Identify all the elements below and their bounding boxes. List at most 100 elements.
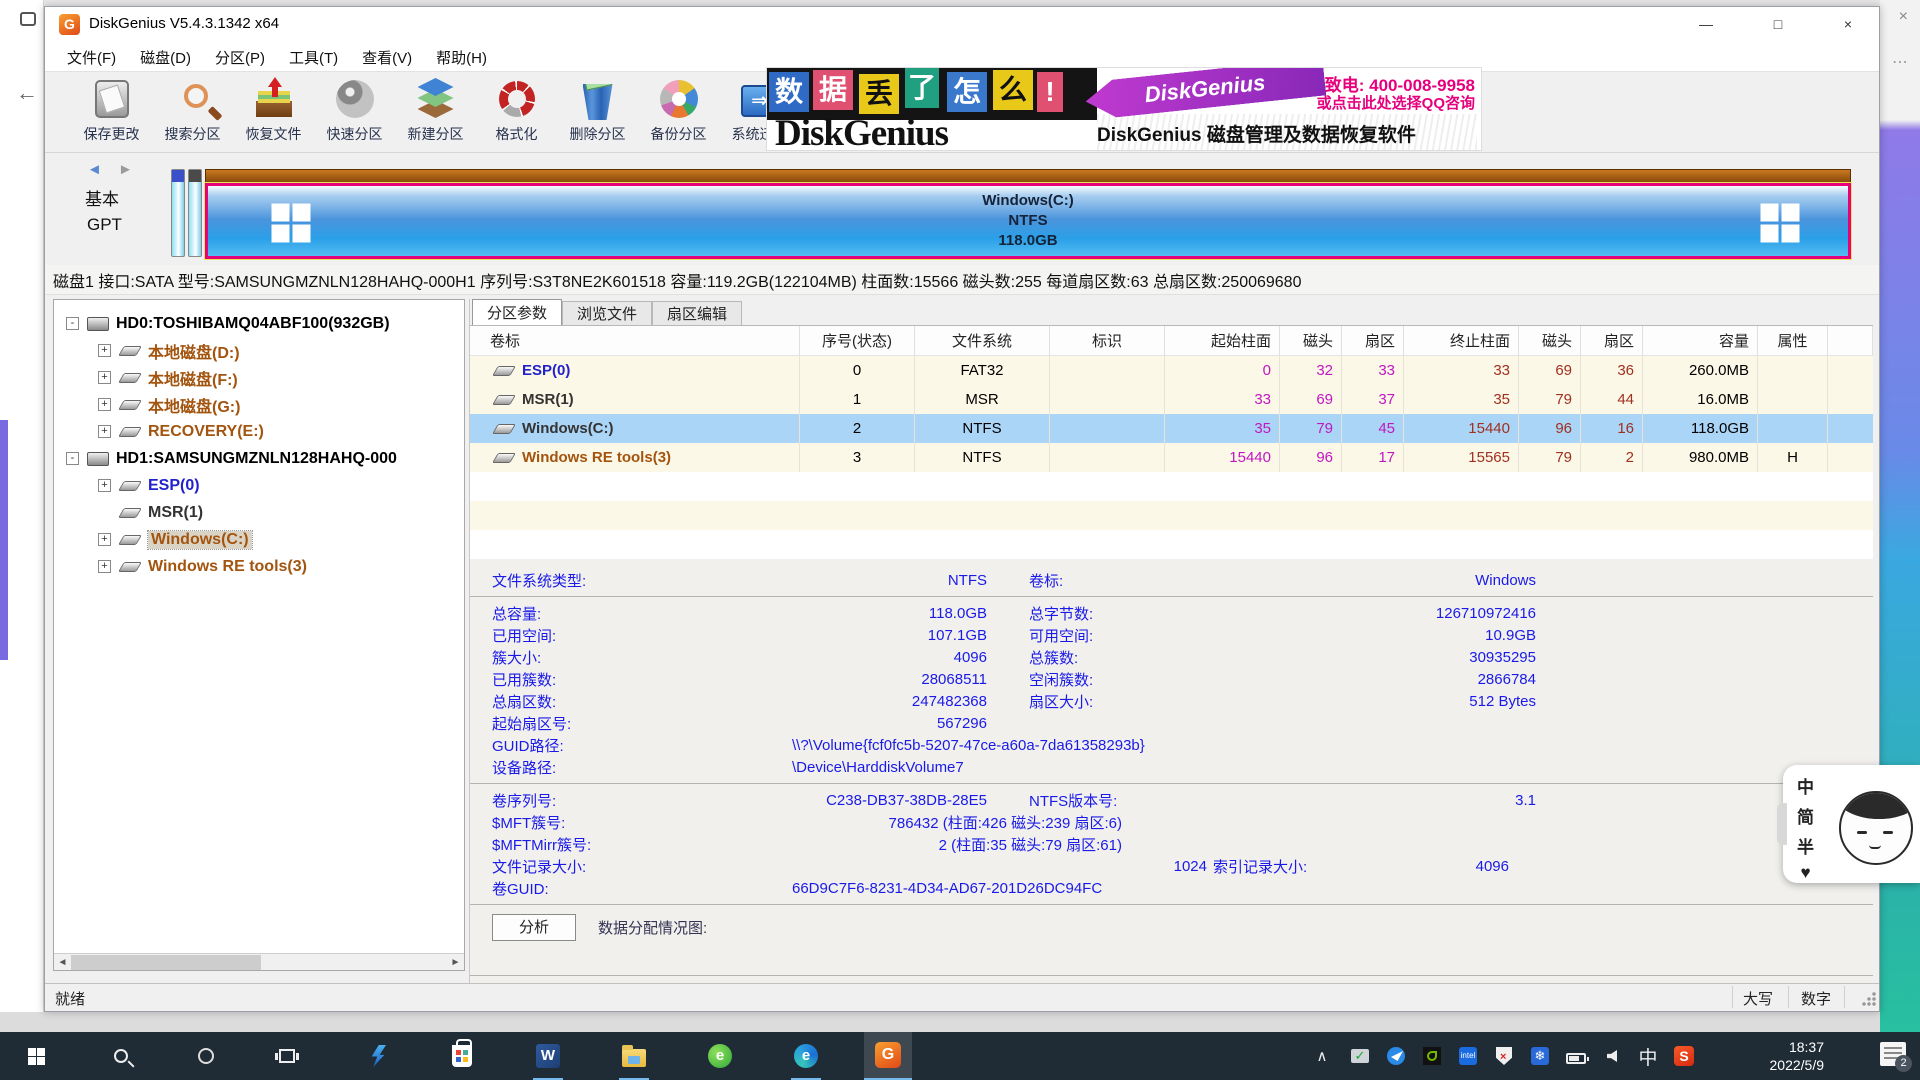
diskgenius-window: G DiskGenius V5.4.3.1342 x64 — □ × 文件(F)…	[44, 6, 1880, 1012]
maximize-button[interactable]: □	[1755, 9, 1801, 39]
menu-help[interactable]: 帮助(H)	[426, 44, 497, 71]
partition-icon	[118, 508, 142, 518]
taskbar-app-edge[interactable]: e	[782, 1032, 830, 1080]
delete-partition-button[interactable]: 删除分区	[557, 72, 638, 152]
scroll-left-icon[interactable]: ◄	[54, 954, 71, 971]
chevron-up-icon: ∧	[1317, 1047, 1328, 1065]
search-partition-button[interactable]: 搜索分区	[152, 72, 233, 152]
expander-expanded-icon[interactable]: -	[66, 452, 79, 465]
trash-icon	[575, 76, 621, 122]
menu-partition[interactable]: 分区(P)	[205, 44, 275, 71]
recover-files-button[interactable]: 恢复文件	[233, 72, 314, 152]
notification-center-button[interactable]: 2	[1880, 1042, 1906, 1066]
partition-icon	[492, 424, 516, 434]
menu-tools[interactable]: 工具(T)	[279, 44, 348, 71]
tree-item-msr[interactable]: MSR(1)	[54, 499, 464, 526]
cortana-button[interactable]	[182, 1032, 230, 1080]
taskbar-app-store[interactable]	[438, 1032, 486, 1080]
format-button[interactable]: 格式化	[476, 72, 557, 152]
ime-mode-simplified[interactable]: 简	[1797, 803, 1814, 828]
tray-app-card[interactable]: ✓	[1342, 1032, 1378, 1080]
backup-partition-button[interactable]: 备份分区	[638, 72, 719, 152]
tray-power[interactable]	[1558, 1032, 1594, 1080]
ime-heart-icon[interactable]: ♥	[1800, 863, 1810, 883]
table-row-windows-c-selected[interactable]: Windows(C:) 2 NTFS 35 79 45 15440 96 16 …	[470, 414, 1873, 443]
prev-disk-icon[interactable]: ◄	[87, 161, 108, 178]
expander-collapsed-icon[interactable]: +	[98, 371, 111, 384]
ime-floating-widget[interactable]: 中 简 半 ♥	[1783, 765, 1920, 883]
expander-expanded-icon[interactable]: -	[66, 317, 79, 330]
table-empty-row	[470, 472, 1873, 501]
ime-mode-chinese[interactable]: 中	[1797, 773, 1814, 798]
ime-drag-handle[interactable]	[1777, 803, 1787, 845]
expander-collapsed-icon[interactable]: +	[98, 560, 111, 573]
tray-app-sogou[interactable]: S	[1666, 1032, 1702, 1080]
expander-collapsed-icon[interactable]: +	[98, 425, 111, 438]
expander-collapsed-icon[interactable]: +	[98, 398, 111, 411]
tray-app-nvidia[interactable]	[1414, 1032, 1450, 1080]
tab-sector-edit[interactable]: 扇区编辑	[652, 301, 742, 325]
analyze-button[interactable]: 分析	[492, 914, 576, 941]
new-partition-button[interactable]: 新建分区	[395, 72, 476, 152]
banner-qq-link[interactable]: 或点击此处选择QQ咨询	[1317, 92, 1475, 113]
next-disk-icon[interactable]: ►	[118, 161, 139, 178]
taskbar-app-thunder[interactable]	[354, 1032, 402, 1080]
expander-collapsed-icon[interactable]: +	[98, 344, 111, 357]
tray-security-center[interactable]	[1486, 1032, 1522, 1080]
taskbar-search-button[interactable]	[97, 1032, 145, 1080]
minimize-button[interactable]: —	[1683, 9, 1729, 39]
word-icon: W	[536, 1044, 560, 1068]
menu-file[interactable]: 文件(F)	[57, 44, 126, 71]
tray-app-intel[interactable]: intel	[1450, 1032, 1486, 1080]
resize-grip[interactable]	[1862, 992, 1876, 1006]
tree-item-local-d[interactable]: + 本地磁盘(D:)	[54, 337, 464, 364]
taskbar-app-browser360[interactable]: e	[696, 1032, 744, 1080]
ms-store-icon	[452, 1045, 472, 1067]
save-changes-button[interactable]: 保存更改	[71, 72, 152, 152]
tab-partition-params[interactable]: 分区参数	[472, 299, 562, 325]
expander-collapsed-icon[interactable]: +	[98, 479, 111, 492]
tree-hscrollbar[interactable]: ◄ ►	[54, 953, 464, 970]
quick-partition-button[interactable]: 快速分区	[314, 72, 395, 152]
table-row-windows-re[interactable]: Windows RE tools(3) 3 NTFS 15440 96 17 1…	[470, 443, 1873, 472]
backup-pie-icon	[656, 76, 702, 122]
partition-icon	[118, 373, 142, 383]
tray-ime-indicator[interactable]: 中	[1630, 1032, 1666, 1080]
ime-mode-halfwidth[interactable]: 半	[1797, 833, 1814, 858]
tree-item-local-f[interactable]: + 本地磁盘(F:)	[54, 364, 464, 391]
task-view-button[interactable]	[263, 1032, 311, 1080]
tree-item-hd0[interactable]: - HD0:TOSHIBAMQ04ABF100(932GB)	[54, 310, 464, 337]
tree-item-hd1[interactable]: - HD1:SAMSUNGMZNLN128HAHQ-000	[54, 445, 464, 472]
expander-collapsed-icon[interactable]: +	[98, 533, 111, 546]
scroll-thumb[interactable]	[71, 955, 261, 970]
tree-item-esp[interactable]: + ESP(0)	[54, 472, 464, 499]
table-row-esp[interactable]: ESP(0) 0 FAT32 0 32 33 33 69 36 260.0MB	[470, 356, 1873, 385]
tree-item-windows-re[interactable]: + Windows RE tools(3)	[54, 553, 464, 580]
tray-expand-button[interactable]: ∧	[1304, 1032, 1340, 1080]
taskbar-clock[interactable]: 18:37 2022/5/9	[1770, 1032, 1825, 1080]
promo-banner[interactable]: 数 据 丢 了 怎 么 ! DiskGenius DiskGenius 致电: …	[766, 67, 1482, 151]
allocation-map-area	[492, 944, 1873, 970]
titlebar[interactable]: G DiskGenius V5.4.3.1342 x64 — □ ×	[45, 7, 1879, 43]
tray-volume[interactable]	[1594, 1032, 1630, 1080]
menu-view[interactable]: 查看(V)	[352, 44, 422, 71]
tree-item-windows-c[interactable]: + Windows(C:)	[54, 526, 464, 553]
taskbar-app-word[interactable]: W	[524, 1032, 572, 1080]
banner-tile: 怎	[947, 72, 987, 112]
volume-details: 文件系统类型:NTFS卷标:Windows 总容量:118.0GB总字节数:12…	[470, 559, 1873, 985]
partition-block-esp[interactable]	[171, 169, 185, 257]
menu-disk[interactable]: 磁盘(D)	[130, 44, 201, 71]
start-button[interactable]	[12, 1032, 60, 1080]
tree-item-local-g[interactable]: + 本地磁盘(G:)	[54, 391, 464, 418]
table-row-msr[interactable]: MSR(1) 1 MSR 33 69 37 35 79 44 16.0MB	[470, 385, 1873, 414]
close-button[interactable]: ×	[1825, 9, 1871, 39]
tree-item-recovery-e[interactable]: + RECOVERY(E:)	[54, 418, 464, 445]
scroll-right-icon[interactable]: ►	[447, 954, 464, 971]
tab-browse-files[interactable]: 浏览文件	[562, 301, 652, 325]
tray-app-dingtalk[interactable]	[1378, 1032, 1414, 1080]
partition-block-windows-c[interactable]: Windows(C:) NTFS 118.0GB	[205, 183, 1851, 259]
tray-app-snowflake[interactable]: ❄	[1522, 1032, 1558, 1080]
partition-block-msr[interactable]	[188, 169, 202, 257]
taskbar-app-explorer[interactable]	[610, 1032, 658, 1080]
taskbar-app-diskgenius-active[interactable]: G	[864, 1032, 912, 1080]
